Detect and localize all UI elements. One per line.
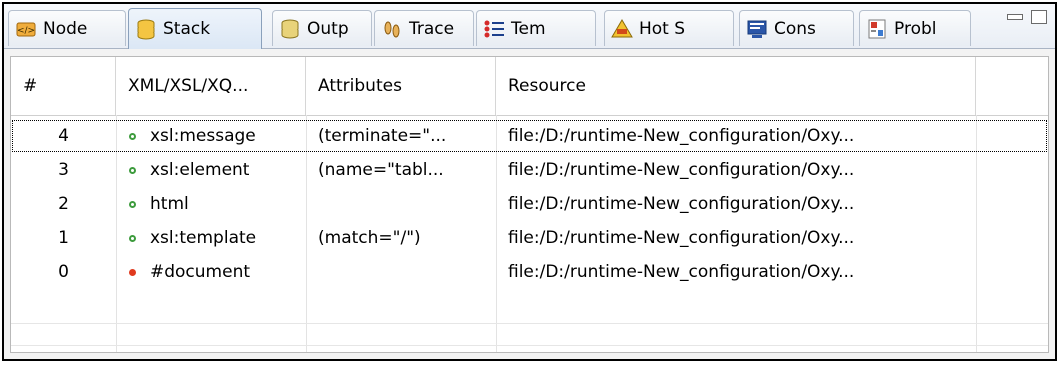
stack-table: # XML/XSL/XQ... Attributes Resource 4 xs… [10,56,1049,353]
row-divider [11,323,1048,324]
attributes-cell: (terminate="... [318,126,447,146]
row-number: 2 [58,194,69,214]
maximize-button[interactable] [1031,10,1047,24]
attributes-cell [318,255,494,289]
tab-label: Outp [307,18,349,39]
row-number: 3 [58,160,69,180]
node-name: html [150,194,189,214]
resource-cell: file:/D:/runtime-New_configuration/Oxy..… [508,126,855,146]
tab-templates[interactable]: Tem [476,10,596,46]
tab-label: Hot S [639,18,686,39]
output-icon [281,19,299,38]
node-cell: #document [129,255,309,289]
resource-cell: file:/D:/runtime-New_configuration/Oxy..… [508,160,855,180]
table-header: # XML/XSL/XQ... Attributes Resource [11,57,1048,116]
column-header-attributes[interactable]: Attributes [306,57,496,115]
node-icon: </> [16,22,36,36]
table-row[interactable]: 0 #document file:/D:/runtime-New_configu… [11,255,1048,289]
attributes-cell: (match="/") [318,228,421,248]
status-icon [129,166,136,174]
table-row[interactable]: 2 html file:/D:/runtime-New_configuratio… [11,187,1048,221]
tab-node[interactable]: </> Node [8,10,126,46]
table-row[interactable]: 4 xsl:message (terminate="... file:/D:/r… [11,119,1048,153]
problems-icon [868,19,886,38]
node-name: #document [150,262,251,282]
tab-stack[interactable]: Stack [128,8,262,49]
resource-cell: file:/D:/runtime-New_configuration/Oxy..… [508,228,855,248]
minimize-button[interactable] [1007,14,1023,20]
row-number: 1 [58,228,69,248]
templates-icon [484,20,504,37]
table-row[interactable]: 3 xsl:element (name="tabl... file:/D:/ru… [11,153,1048,187]
status-icon [129,268,136,276]
tab-trace[interactable]: Trace [374,10,474,46]
node-cell: xsl:message [129,119,309,153]
column-header-number[interactable]: # [11,57,116,115]
row-number: 4 [58,126,69,146]
row-number: 0 [58,262,69,282]
svg-text:</>: </> [17,26,35,36]
tab-label: Trace [409,18,455,39]
node-name: xsl:message [150,126,256,146]
stack-view-frame: </> Node Stack Outp Trace Tem Hot S Cons… [2,2,1057,361]
column-header-resource[interactable]: Resource [496,57,976,115]
tab-label: Cons [774,18,816,39]
tab-label: Node [43,18,88,39]
tab-output[interactable]: Outp [272,10,372,46]
column-header-node[interactable]: XML/XSL/XQ... [116,57,306,115]
row-divider [11,345,1048,346]
table-row[interactable]: 1 xsl:template (match="/") file:/D:/runt… [11,221,1048,255]
tab-hotspots[interactable]: Hot S [604,10,734,46]
tab-label: Stack [163,19,211,39]
node-name: xsl:element [150,160,250,180]
status-icon [129,200,136,208]
tab-problems[interactable]: Probl [859,10,971,46]
node-cell: xsl:element [129,153,309,187]
node-name: xsl:template [150,228,257,248]
hotspots-icon [611,18,633,37]
attributes-cell [318,187,494,221]
attributes-cell: (name="tabl... [318,160,444,180]
node-cell: xsl:template [129,221,309,255]
stack-icon [137,19,155,40]
console-icon [747,20,767,38]
status-icon [129,234,136,242]
node-cell: html [129,187,309,221]
window-controls [1007,10,1047,24]
trace-icon [384,21,400,37]
view-tab-bar: </> Node Stack Outp Trace Tem Hot S Cons… [4,4,1055,49]
tab-label: Tem [511,18,546,39]
tab-label: Probl [894,18,937,39]
status-icon [129,132,136,140]
resource-cell: file:/D:/runtime-New_configuration/Oxy..… [508,262,855,282]
resource-cell: file:/D:/runtime-New_configuration/Oxy..… [508,194,855,214]
tab-console[interactable]: Cons [739,10,854,46]
